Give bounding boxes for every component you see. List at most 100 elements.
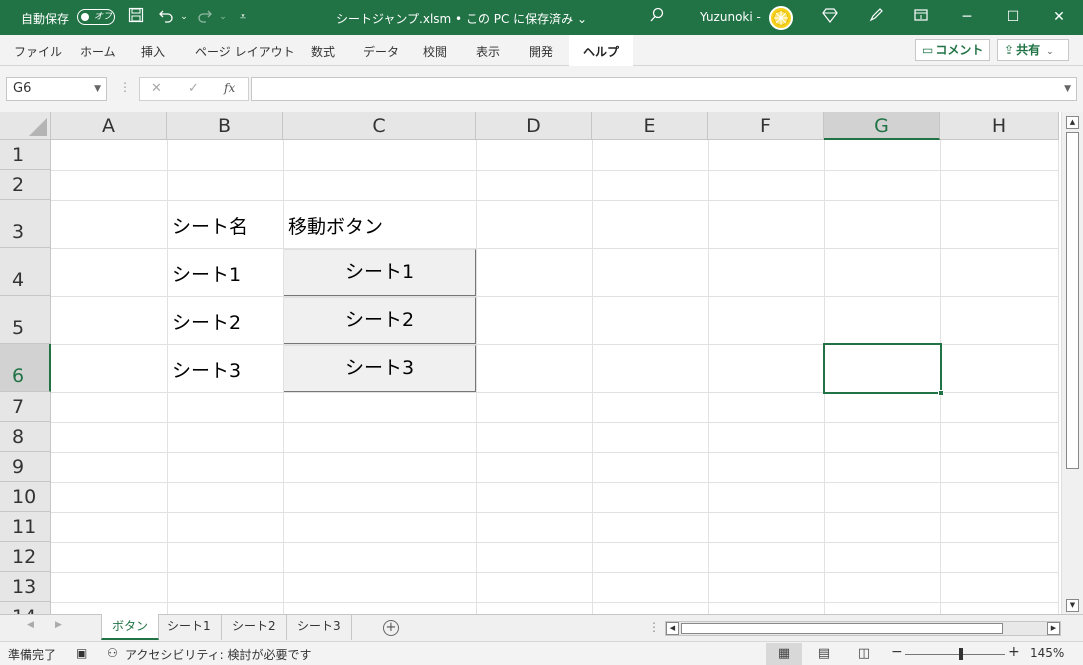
horizontal-scroll-thumb[interactable]	[681, 623, 1003, 634]
undo-dropdown-icon[interactable]: ⌄	[174, 7, 194, 27]
excel-window: { "titlebar": { "autosave_label": "自動保存"…	[0, 0, 1083, 665]
redo-dropdown-icon[interactable]: ⌄	[213, 7, 233, 27]
tab-home[interactable]: ホーム	[80, 43, 116, 60]
horizontal-scrollbar[interactable]: ◀ ▶	[665, 621, 1061, 636]
column-header-c[interactable]: C	[283, 112, 476, 140]
jump-button-sheet3[interactable]: シート3	[284, 345, 476, 392]
accessibility-status[interactable]: アクセシビリティ: 検討が必要です	[125, 646, 312, 663]
comment-button[interactable]: ▭ コメント	[915, 39, 991, 61]
zoom-level[interactable]: 145%	[1030, 646, 1064, 660]
name-box-dropdown-icon[interactable]: ▼	[94, 78, 101, 100]
row-header-7[interactable]: 7	[0, 392, 51, 422]
column-header-g[interactable]: G	[824, 112, 940, 140]
tab-formulas[interactable]: 数式	[311, 43, 335, 60]
sheet-tab-sheet1[interactable]: シート1	[157, 614, 222, 640]
avatar[interactable]	[769, 6, 793, 30]
row-header-13[interactable]: 13	[0, 572, 51, 602]
scroll-up-icon[interactable]: ▲	[1066, 116, 1079, 129]
cell-b4[interactable]: シート1	[168, 260, 241, 287]
tab-data[interactable]: データ	[363, 43, 399, 60]
scroll-right-icon[interactable]: ▶	[1047, 622, 1060, 635]
sheet-tab-sheet2[interactable]: シート2	[222, 614, 287, 640]
row-header-1[interactable]: 1	[0, 140, 51, 170]
scroll-left-icon[interactable]: ◀	[666, 622, 679, 635]
diamond-icon[interactable]	[820, 7, 840, 27]
zoom-slider-knob[interactable]	[959, 648, 963, 660]
search-icon[interactable]	[647, 7, 667, 27]
next-sheet-icon[interactable]: ▶	[55, 620, 62, 630]
macro-record-icon[interactable]: ▣	[76, 646, 87, 660]
tab-splitter-icon[interactable]: ⋮	[648, 620, 660, 634]
undo-icon[interactable]	[156, 7, 176, 27]
tab-insert[interactable]: 挿入	[141, 43, 165, 60]
formula-expand-icon[interactable]: ▼	[1064, 84, 1071, 94]
jump-button-sheet1[interactable]: シート1	[284, 249, 476, 296]
tab-developer[interactable]: 開発	[529, 43, 553, 60]
pen-icon[interactable]	[866, 7, 886, 27]
sheet-tab-button[interactable]: ボタン	[101, 614, 160, 640]
tab-help[interactable]: ヘルプ	[569, 35, 634, 66]
prev-sheet-icon[interactable]: ◀	[27, 620, 34, 630]
fill-handle[interactable]	[938, 390, 944, 396]
row-header-4[interactable]: 4	[0, 248, 51, 296]
formula-bar-grip-icon: ⋮	[119, 80, 131, 94]
user-name[interactable]: Yuzunoki -	[700, 10, 761, 24]
zoom-slider[interactable]	[905, 648, 1005, 660]
row-header-10[interactable]: 10	[0, 482, 51, 512]
tab-review[interactable]: 校閲	[423, 43, 447, 60]
tab-view[interactable]: 表示	[476, 43, 500, 60]
jump-button-sheet2[interactable]: シート2	[284, 297, 476, 344]
file-title[interactable]: シートジャンプ.xlsm • この PC に保存済み ⌄	[336, 10, 587, 27]
name-box[interactable]: G6 ▼	[6, 77, 107, 101]
autosave-toggle[interactable]: オフ	[77, 9, 115, 25]
tab-page-layout[interactable]: ページ レイアウト	[195, 43, 295, 60]
column-header-b[interactable]: B	[167, 112, 283, 140]
row-header-12[interactable]: 12	[0, 542, 51, 572]
row-header-5[interactable]: 5	[0, 296, 51, 344]
redo-icon[interactable]	[195, 7, 215, 27]
cell-b5[interactable]: シート2	[168, 308, 241, 335]
tab-file[interactable]: ファイル	[14, 43, 62, 60]
share-button[interactable]: ⇪ 共有 ⌄	[997, 39, 1069, 61]
cell-c3[interactable]: 移動ボタン	[284, 212, 383, 239]
accessibility-icon[interactable]: ⚇	[107, 646, 118, 660]
page-break-view-icon[interactable]: ◫	[846, 643, 882, 665]
sheet-tab-sheet3[interactable]: シート3	[287, 614, 352, 640]
row-header-6[interactable]: 6	[0, 344, 51, 392]
column-header-f[interactable]: F	[708, 112, 824, 140]
close-icon[interactable]: ✕	[1036, 0, 1082, 35]
row-header-11[interactable]: 11	[0, 512, 51, 542]
normal-view-icon[interactable]: ▦	[766, 643, 802, 665]
zoom-in-icon[interactable]: +	[1008, 644, 1020, 660]
save-icon[interactable]	[126, 7, 146, 27]
cancel-icon[interactable]: ✕	[151, 81, 162, 96]
column-header-d[interactable]: D	[476, 112, 592, 140]
minimize-icon[interactable]: ─	[944, 0, 990, 35]
select-all-corner[interactable]	[0, 112, 51, 140]
share-icon: ⇪	[1004, 43, 1015, 57]
vertical-scroll-thumb[interactable]	[1066, 132, 1079, 469]
zoom-out-icon[interactable]: −	[891, 644, 903, 660]
customize-toolbar-icon[interactable]: ⩡	[233, 7, 253, 27]
maximize-icon[interactable]: ☐	[990, 0, 1036, 35]
ribbon-display-icon[interactable]	[911, 7, 931, 27]
insert-function-icon[interactable]: fx	[224, 81, 235, 95]
page-layout-view-icon[interactable]: ▤	[806, 643, 842, 665]
column-header-a[interactable]: A	[51, 112, 167, 140]
formula-input[interactable]: ▼	[251, 77, 1077, 101]
row-header-9[interactable]: 9	[0, 452, 51, 482]
scroll-down-icon[interactable]: ▼	[1066, 599, 1079, 612]
vertical-scrollbar[interactable]: ▲ ▼	[1061, 112, 1083, 614]
row-header-2[interactable]: 2	[0, 170, 51, 200]
row-header-14[interactable]: 14	[0, 602, 51, 614]
row-header-3[interactable]: 3	[0, 200, 51, 248]
row-header-8[interactable]: 8	[0, 422, 51, 452]
worksheet-grid[interactable]: A B C D E F G H 1 2 3 4 5 6 7 8 9 10 11 …	[0, 112, 1083, 614]
column-header-h[interactable]: H	[940, 112, 1059, 140]
add-sheet-icon[interactable]: +	[383, 620, 399, 636]
selected-cell-g6[interactable]	[823, 343, 944, 396]
cell-b3[interactable]: シート名	[168, 212, 248, 239]
column-header-e[interactable]: E	[592, 112, 708, 140]
cell-b6[interactable]: シート3	[168, 356, 241, 383]
enter-icon[interactable]: ✓	[188, 81, 199, 96]
